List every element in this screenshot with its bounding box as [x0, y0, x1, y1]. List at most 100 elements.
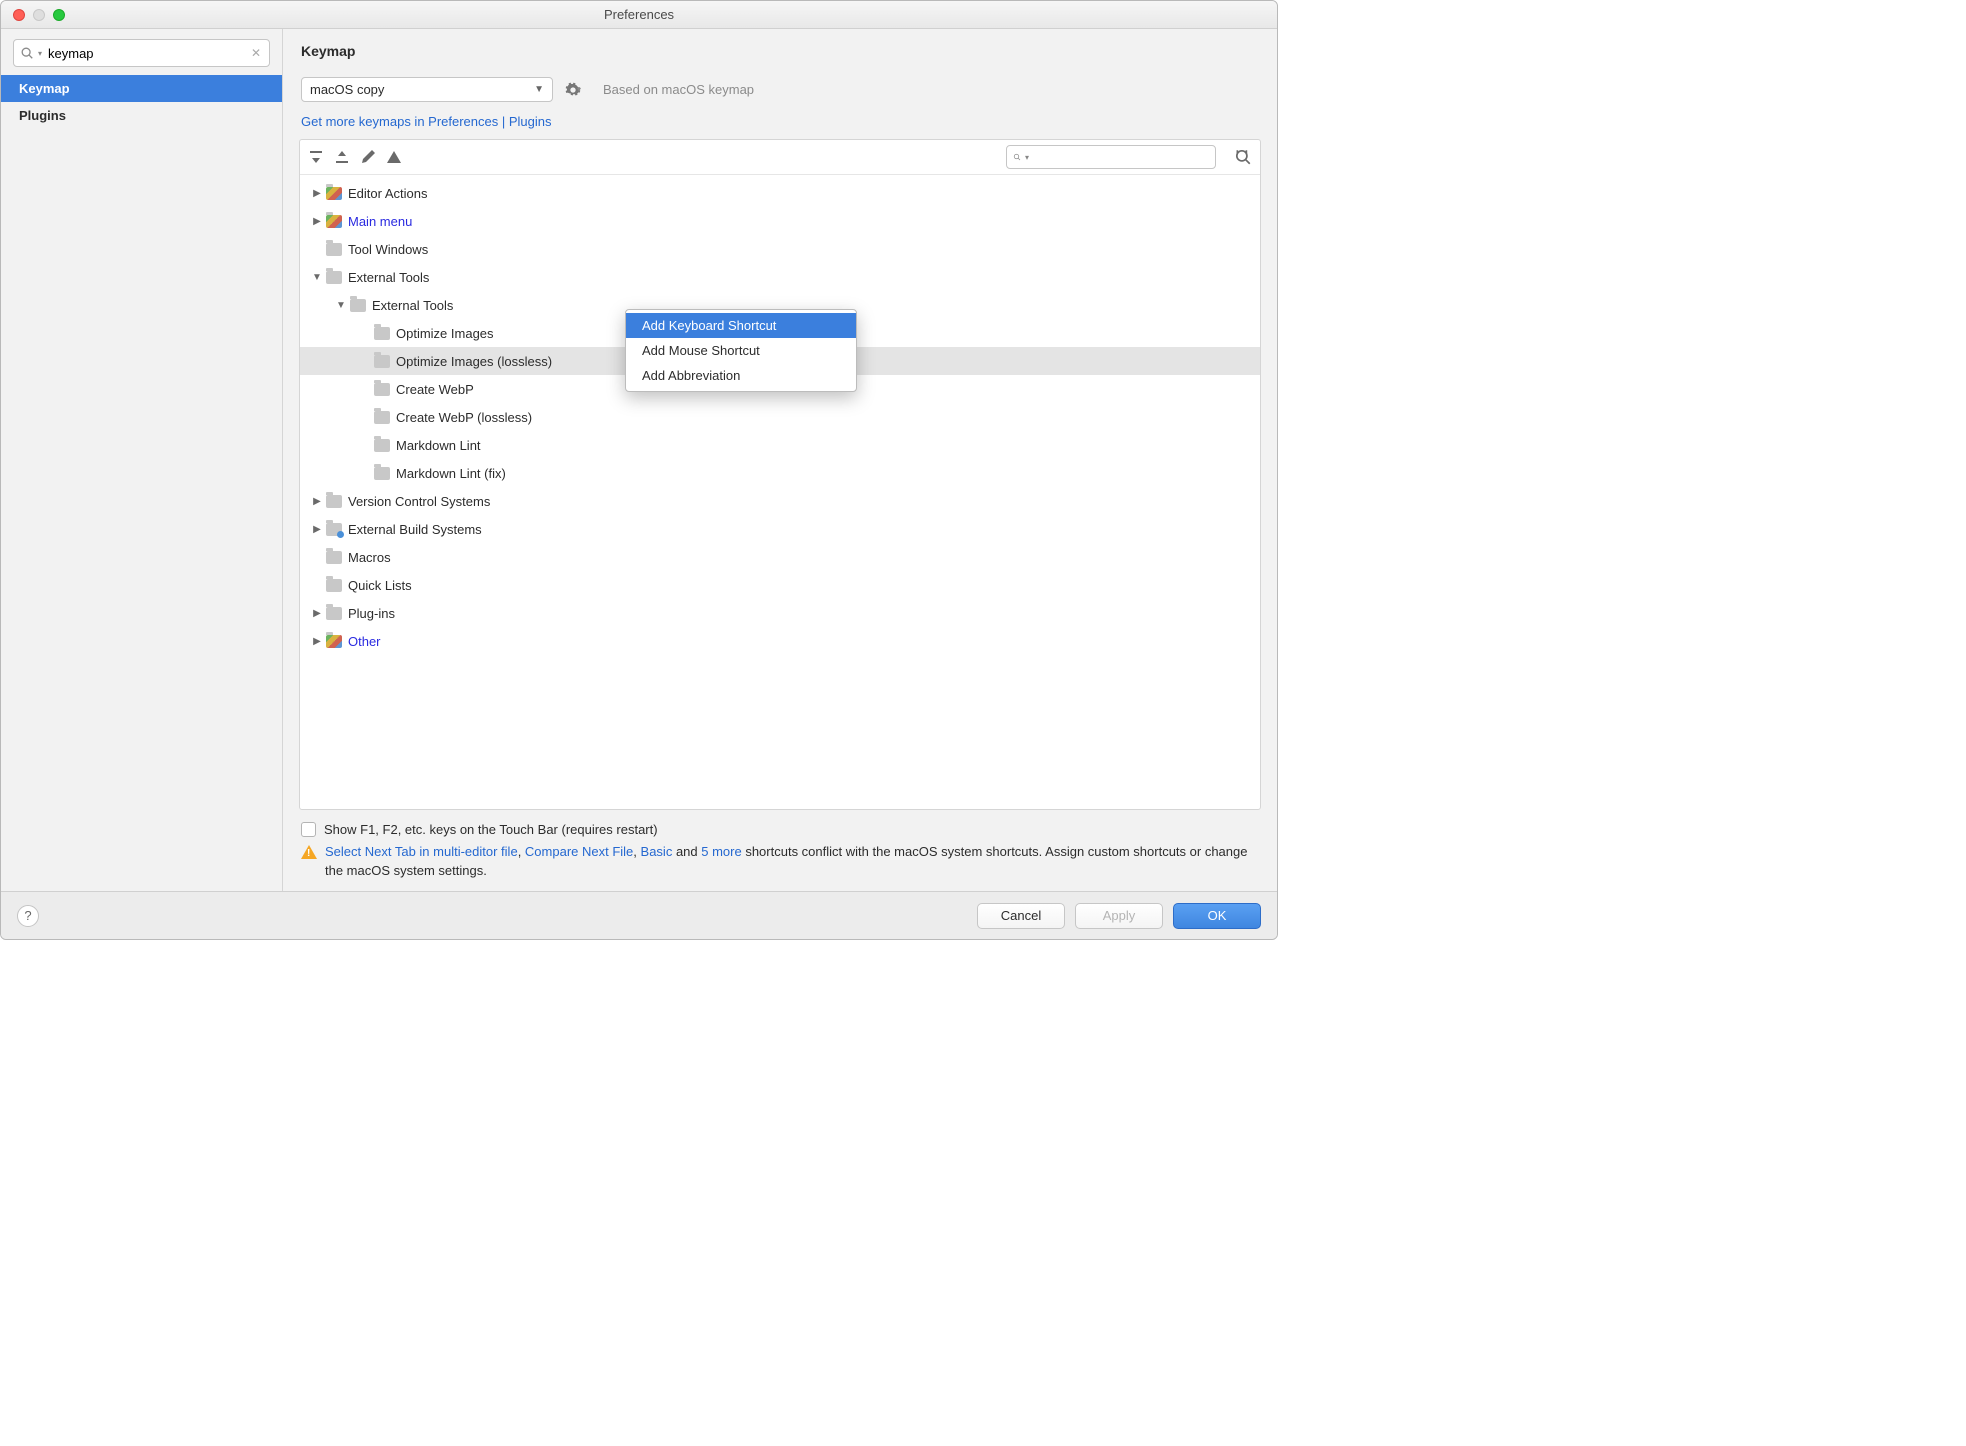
based-on-label: Based on macOS keymap	[603, 82, 754, 97]
tree-disclosure-arrow-icon[interactable]: ▶	[308, 496, 326, 507]
tree-row-label: Main menu	[348, 214, 412, 229]
tree-row[interactable]: ▼ External Tools	[300, 263, 1260, 291]
tree-row-label: Tool Windows	[348, 242, 428, 257]
expand-all-button[interactable]	[308, 149, 324, 165]
more-keymaps-link[interactable]: Get more keymaps in Preferences | Plugin…	[301, 114, 552, 129]
touchbar-option-row: Show F1, F2, etc. keys on the Touch Bar …	[283, 816, 1277, 839]
sidebar-search-input[interactable]	[48, 46, 249, 61]
conflict-warning: Select Next Tab in multi-editor file, Co…	[283, 839, 1277, 891]
preferences-sidebar: ▾ ✕ KeymapPlugins	[1, 29, 283, 891]
search-history-chevron-icon[interactable]: ▾	[38, 49, 42, 58]
tree-row-label: Create WebP (lossless)	[396, 410, 532, 425]
pencil-icon	[360, 149, 376, 165]
tree-row-label: Other	[348, 634, 381, 649]
search-icon	[1013, 150, 1021, 164]
folder-icon	[326, 187, 342, 200]
search-icon	[20, 46, 34, 60]
find-shortcut-icon	[1234, 148, 1252, 166]
keymap-scheme-value: macOS copy	[310, 82, 384, 97]
page-title: Keymap	[301, 43, 1259, 59]
tree-row-label: External Tools	[372, 298, 453, 313]
tree-row-label: External Build Systems	[348, 522, 482, 537]
tree-search-input[interactable]	[1033, 150, 1209, 165]
combo-arrow-icon: ▼	[534, 84, 544, 95]
tree-disclosure-arrow-icon[interactable]: ▼	[332, 300, 350, 311]
warning-icon	[301, 845, 317, 859]
touchbar-checkbox-label: Show F1, F2, etc. keys on the Touch Bar …	[324, 822, 658, 837]
window-body: ▾ ✕ KeymapPlugins Keymap macOS copy ▼	[1, 29, 1277, 891]
conflict-link[interactable]: Compare Next File	[525, 844, 633, 859]
clear-search-icon[interactable]: ✕	[249, 46, 263, 60]
more-keymaps-link-row: Get more keymaps in Preferences | Plugin…	[283, 102, 1277, 139]
conflict-link[interactable]: 5 more	[701, 844, 741, 859]
tree-disclosure-arrow-icon[interactable]: ▶	[308, 636, 326, 647]
tree-row-label: Macros	[348, 550, 391, 565]
collapse-all-icon	[334, 149, 350, 165]
sidebar-search-field[interactable]: ▾ ✕	[13, 39, 270, 67]
find-by-shortcut-button[interactable]	[1234, 148, 1252, 166]
ok-button[interactable]: OK	[1173, 903, 1261, 929]
tree-row-label: External Tools	[348, 270, 429, 285]
context-menu: Add Keyboard ShortcutAdd Mouse ShortcutA…	[625, 309, 857, 392]
folder-icon	[326, 215, 342, 228]
conflicts-button[interactable]	[386, 149, 402, 165]
tree-row[interactable]: Macros	[300, 543, 1260, 571]
conflict-warning-text: Select Next Tab in multi-editor file, Co…	[325, 843, 1259, 881]
tree-row[interactable]: Markdown Lint (fix)	[300, 459, 1260, 487]
gear-sub-chevron-icon: ▾	[577, 85, 581, 94]
tree-row[interactable]: ▶ Plug-ins	[300, 599, 1260, 627]
apply-button[interactable]: Apply	[1075, 903, 1163, 929]
tree-row-label: Markdown Lint (fix)	[396, 466, 506, 481]
help-button[interactable]: ?	[17, 905, 39, 927]
tree-row[interactable]: Quick Lists	[300, 571, 1260, 599]
tree-row[interactable]: ▶ Main menu	[300, 207, 1260, 235]
tree-row[interactable]: Markdown Lint	[300, 431, 1260, 459]
tree-toolbar: ▾	[300, 140, 1260, 175]
tree-row[interactable]: ▶ Editor Actions	[300, 179, 1260, 207]
edit-shortcut-button[interactable]	[360, 149, 376, 165]
conflict-link[interactable]: Basic	[641, 844, 673, 859]
keymap-scheme-row: macOS copy ▼ ▾ Based on macOS keymap	[283, 69, 1277, 102]
folder-icon	[374, 327, 390, 340]
tree-row-label: Optimize Images (lossless)	[396, 354, 552, 369]
folder-icon	[326, 607, 342, 620]
menu-item[interactable]: Add Abbreviation	[626, 363, 856, 388]
tree-search-field[interactable]: ▾	[1006, 145, 1216, 169]
menu-item[interactable]: Add Mouse Shortcut	[626, 338, 856, 363]
tree-disclosure-arrow-icon[interactable]: ▶	[308, 216, 326, 227]
keymap-tree[interactable]: ▶ Editor Actions ▶ Main menu Tool Windows ▼ Ex…	[300, 175, 1260, 809]
tree-search-history-chevron-icon[interactable]: ▾	[1025, 153, 1029, 162]
tree-row[interactable]: ▶ Version Control Systems	[300, 487, 1260, 515]
sidebar-item-plugins[interactable]: Plugins	[1, 102, 282, 129]
cancel-button[interactable]: Cancel	[977, 903, 1065, 929]
folder-icon	[374, 439, 390, 452]
tree-row[interactable]: ▶ Other	[300, 627, 1260, 655]
folder-icon	[374, 383, 390, 396]
expand-all-icon	[308, 149, 324, 165]
tree-disclosure-arrow-icon[interactable]: ▶	[308, 188, 326, 199]
preferences-window: Preferences ▾ ✕ KeymapPlugins Keymap	[0, 0, 1278, 940]
titlebar: Preferences	[1, 1, 1277, 29]
conflict-link[interactable]: Select Next Tab in multi-editor file	[325, 844, 518, 859]
tree-row[interactable]: Tool Windows	[300, 235, 1260, 263]
folder-icon	[326, 495, 342, 508]
main-panel: Keymap macOS copy ▼ ▾ Based on macOS key…	[283, 29, 1277, 891]
sidebar-item-keymap[interactable]: Keymap	[1, 75, 282, 102]
tree-row-label: Editor Actions	[348, 186, 428, 201]
tree-row-label: Version Control Systems	[348, 494, 490, 509]
tree-row[interactable]: Create WebP (lossless)	[300, 403, 1260, 431]
tree-disclosure-arrow-icon[interactable]: ▼	[308, 272, 326, 283]
warning-triangle-icon	[386, 149, 402, 165]
folder-icon	[374, 411, 390, 424]
collapse-all-button[interactable]	[334, 149, 350, 165]
tree-row-label: Markdown Lint	[396, 438, 481, 453]
tree-row-label: Plug-ins	[348, 606, 395, 621]
menu-item[interactable]: Add Keyboard Shortcut	[626, 313, 856, 338]
folder-icon	[350, 299, 366, 312]
touchbar-checkbox[interactable]	[301, 822, 316, 837]
tree-row[interactable]: ▶ External Build Systems	[300, 515, 1260, 543]
tree-disclosure-arrow-icon[interactable]: ▶	[308, 608, 326, 619]
scheme-settings-button[interactable]: ▾	[565, 82, 581, 98]
keymap-scheme-combo[interactable]: macOS copy ▼	[301, 77, 553, 102]
tree-disclosure-arrow-icon[interactable]: ▶	[308, 524, 326, 535]
